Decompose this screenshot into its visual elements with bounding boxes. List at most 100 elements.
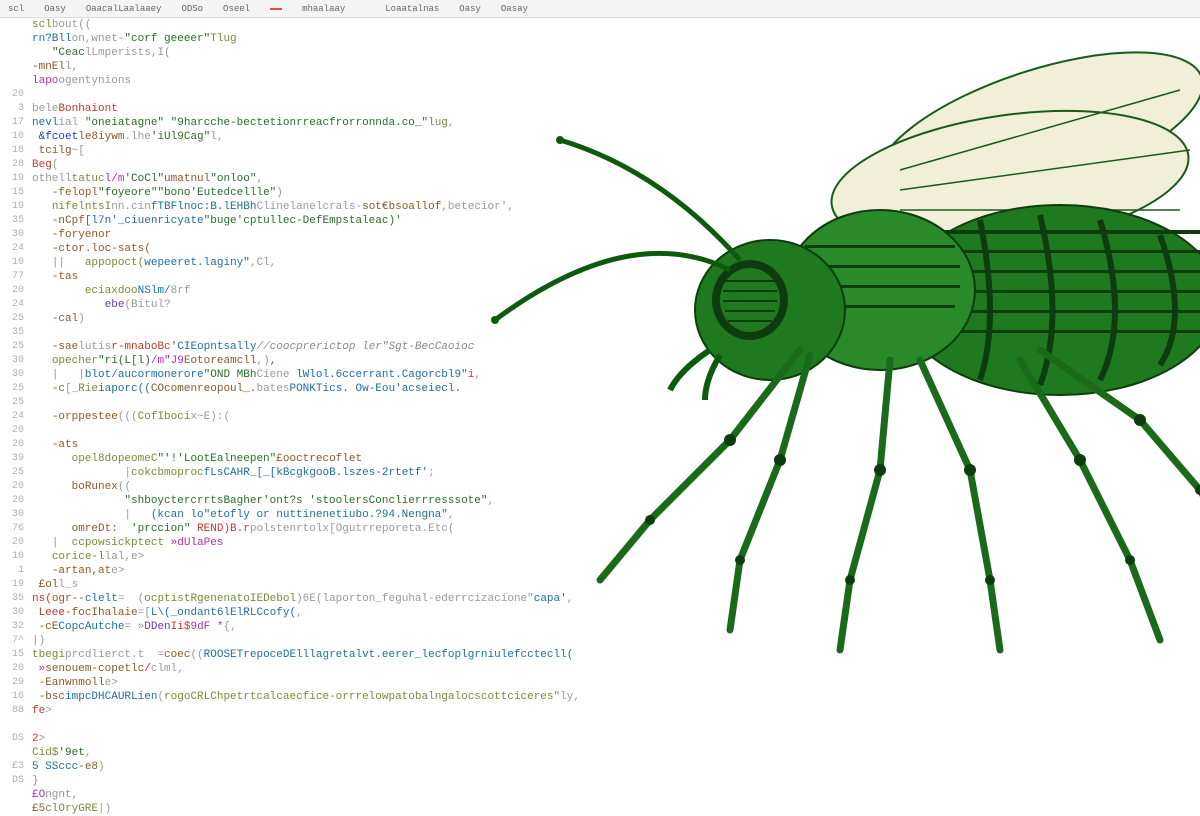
code-line[interactable]: 10 || appopoct(wepeeret.laginy",Cl, [6,256,1200,270]
code-line[interactable]: 20 -ats [6,438,1200,452]
code-editor[interactable]: sclbout((rn?Bllon,wnet-"corf geeeer"Tlug… [0,18,1200,816]
code-line[interactable]: 19 nifelntsInn.cinfTBFlnoc:B.lEHBhClinel… [6,200,1200,214]
code-line[interactable]: 20 [6,424,1200,438]
code-line[interactable]: £35 SSccc-e8) [6,760,1200,774]
code-line[interactable]: sclbout(( [6,18,1200,32]
line-number [6,46,32,60]
line-number: 25 [6,382,32,396]
code-line[interactable]: 7^|) [6,634,1200,648]
code-line[interactable]: 15tbegiprcdlierct.t =coec((ROOSETrepoceD… [6,648,1200,662]
code-text: eciaxdooNSlm/8rf [32,284,190,298]
code-line[interactable]: 20 "shboyctercrrtsBagher'ont?s 'stoolers… [6,494,1200,508]
code-line[interactable]: 16 -bscimpcDHCAURLien(rogoCRLChpetrtcalc… [6,690,1200,704]
code-line[interactable]: 10 corice-llal,e> [6,550,1200,564]
code-text: Beg( [32,158,58,172]
code-text: -ats [32,438,78,452]
line-number: 20 [6,284,32,298]
code-line[interactable]: 17nevlial "oneiatagne" "9harcche-becteti… [6,116,1200,130]
code-text: »senouem-copetlc/clml, [32,662,184,676]
code-text: -tas [32,270,78,284]
code-line[interactable]: 30 -foryenor [6,228,1200,242]
code-line[interactable]: 20 eciaxdooNSlm/8rf [6,284,1200,298]
code-line[interactable]: 19othelltatucl/m'CoCl"umatnul"onloo", [6,172,1200,186]
code-text: tbegiprcdlierct.t =coec((ROOSETrepoceDEl… [32,648,573,662]
code-line[interactable]: 24 -ctor.loc-sats( [6,242,1200,256]
code-line[interactable]: 25 -c[_Rieiaporc((COcomenreopoul_.batesP… [6,382,1200,396]
code-line[interactable]: 28Beg( [6,158,1200,172]
line-number [6,74,32,88]
code-line[interactable]: £5clOryGRE|) [6,802,1200,816]
toolbar-item[interactable] [270,8,282,10]
code-line[interactable]: 3beleBonhaiont [6,102,1200,116]
code-text: -mnEll, [32,60,78,74]
code-line[interactable]: 30 | |blot/aucormonerore"OND MBhCiene lW… [6,368,1200,382]
code-line[interactable]: 30 opecher"ri(L[l)/m"J9Eotoreamcll,), [6,354,1200,368]
code-text: -Eanwnmolle> [32,676,118,690]
code-line[interactable]: 25 -saelutisr-mnaboBc'CIEopntsally//cooc… [6,340,1200,354]
code-text: omreDt: 'prccion" REND)B.rpolstenrtolx[O… [32,522,455,536]
line-number: 76 [6,522,32,536]
line-number: DS [6,732,32,746]
toolbar-item[interactable]: Oasay [501,4,528,14]
code-line[interactable]: 20 [6,88,1200,102]
toolbar-item[interactable]: Loaatalnas [385,4,439,14]
code-line[interactable]: 35 [6,326,1200,340]
line-number: 19 [6,172,32,186]
line-number: 18 [6,144,32,158]
toolbar-item[interactable]: mhaalaay [302,4,345,14]
code-line[interactable]: 76 omreDt: 'prccion" REND)B.rpolstenrtol… [6,522,1200,536]
code-text: } [32,774,39,788]
line-number: 20 [6,438,32,452]
toolbar-item[interactable]: OaacalLaalaaey [86,4,162,14]
code-line[interactable]: 25 [6,396,1200,410]
code-line[interactable]: DS2> [6,732,1200,746]
code-line[interactable] [6,718,1200,732]
code-line[interactable]: 32 -cECopcAutche= »DDenIi$9dF *{, [6,620,1200,634]
code-line[interactable]: 20 boRunex(( [6,480,1200,494]
code-line[interactable]: 88fe> [6,704,1200,718]
line-number: 20 [6,494,32,508]
code-text: -artan,ate> [32,564,124,578]
code-line[interactable]: 24 ebe(Bitul? [6,298,1200,312]
toolbar-item[interactable]: ODSo [181,4,203,14]
code-line[interactable]: DS} [6,774,1200,788]
code-line[interactable]: 18 tcilg~[ [6,144,1200,158]
line-number: 20 [6,424,32,438]
code-line[interactable]: 19 £oll_s [6,578,1200,592]
code-line[interactable]: 35 -nCpf[l7n'_ciuenricyate"buge'cptullec… [6,214,1200,228]
toolbar-item[interactable]: Oasy [459,4,481,14]
code-line[interactable]: 20 | ccpowsickptect »dUlaPes [6,536,1200,550]
line-number: 24 [6,298,32,312]
code-line[interactable]: 20 »senouem-copetlc/clml, [6,662,1200,676]
code-line[interactable]: 77 -tas [6,270,1200,284]
code-line[interactable]: Cid$'9et, [6,746,1200,760]
line-number: 30 [6,606,32,620]
code-line[interactable]: "CeaclLmperists,I( [6,46,1200,60]
toolbar-item[interactable]: scl [8,4,24,14]
toolbar-item[interactable]: Oasy [44,4,66,14]
line-number: 25 [6,340,32,354]
code-line[interactable]: -mnEll, [6,60,1200,74]
code-text: sclbout(( [32,18,91,32]
code-text: -ctor.loc-sats( [32,242,151,256]
toolbar-item[interactable]: Oseel [223,4,250,14]
code-line[interactable]: 15 -felopl"foyeore""bono'Eutedcellle") [6,186,1200,200]
line-number: 20 [6,662,32,676]
code-line[interactable]: 25 -cal) [6,312,1200,326]
code-text: opecher"ri(L[l)/m"J9Eotoreamcll,), [32,354,276,368]
code-line[interactable]: 29 -Eanwnmolle> [6,676,1200,690]
code-text: lapoogentynions [32,74,131,88]
code-line[interactable]: 30 | (kcan lo"etofly or nuttinenetiubo.?… [6,508,1200,522]
code-line[interactable]: 39 opel8dopeomeC"'!'LootEalneepen"£ooctr… [6,452,1200,466]
code-line[interactable]: 24 -orppestee(((CofIbocix~E):( [6,410,1200,424]
code-line[interactable]: 1 -artan,ate> [6,564,1200,578]
line-number [6,802,32,816]
line-number: 30 [6,228,32,242]
code-line[interactable]: rn?Bllon,wnet-"corf geeeer"Tlug [6,32,1200,46]
code-line[interactable]: 10 &fcoetle8iywm.lhe'iUl9Cag"l, [6,130,1200,144]
code-line[interactable]: 35ns(ogr--clelt= (ocptistRgenenatoIEDebo… [6,592,1200,606]
code-line[interactable]: 30 Leee-focIhalaie=[L\(_ondant6lElRLCcof… [6,606,1200,620]
code-line[interactable]: £Ongnt, [6,788,1200,802]
code-line[interactable]: lapoogentynions [6,74,1200,88]
code-line[interactable]: 25 |cokcbmoprocfLsCAHR_[_[kBcgkgooB.lsze… [6,466,1200,480]
